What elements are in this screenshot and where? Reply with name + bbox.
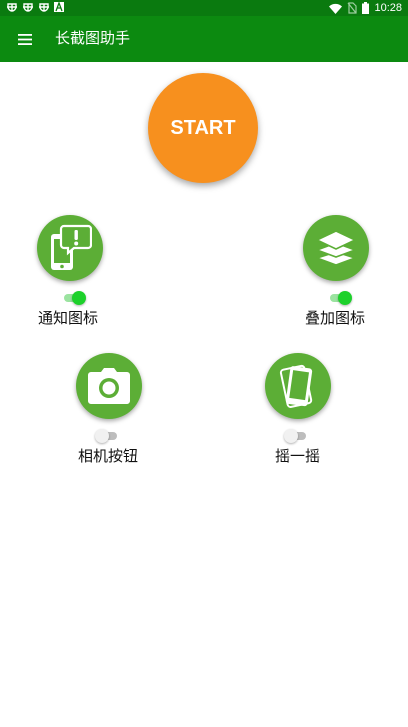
layers-icon <box>314 230 358 266</box>
hamburger-menu-icon <box>18 33 32 45</box>
no-sim-icon <box>348 2 358 14</box>
status-right-icons: 10:28 <box>329 1 402 15</box>
feature-overlay-icon: 叠加图标 <box>276 210 396 330</box>
shake-toggle[interactable] <box>284 429 308 443</box>
debug-icon <box>23 3 33 12</box>
debug-icon <box>39 3 49 12</box>
overlay-icon-label: 叠加图标 <box>305 309 366 327</box>
toggle-thumb <box>95 429 109 443</box>
feature-shake: 摇一摇 <box>238 348 358 468</box>
notification-icon-label: 通知图标 <box>38 309 99 327</box>
phone-alert-icon <box>51 224 92 270</box>
menu-button[interactable] <box>14 28 36 50</box>
camera-button[interactable] <box>76 353 142 419</box>
feature-notification-icon: 通知图标 <box>10 210 130 330</box>
a-icon <box>54 2 64 12</box>
status-left-icons <box>6 1 64 13</box>
camera-button-label: 相机按钮 <box>78 447 139 465</box>
app-title: 长截图助手 <box>55 30 131 47</box>
app-toolbar: 长截图助手 <box>0 16 408 62</box>
overlay-icon-button[interactable] <box>303 215 369 281</box>
status-time: 10:28 <box>374 2 402 14</box>
shake-button[interactable] <box>265 353 331 419</box>
toggle-thumb <box>338 291 352 305</box>
notification-icon-toggle[interactable] <box>62 291 86 305</box>
notification-icon-button[interactable] <box>37 215 103 281</box>
camera-icon <box>88 368 130 404</box>
shake-label: 摇一摇 <box>275 447 321 465</box>
debug-icon <box>7 3 17 12</box>
battery-icon <box>362 2 370 14</box>
overlay-icon-toggle[interactable] <box>328 291 352 305</box>
feature-camera-button: 相机按钮 <box>49 348 169 468</box>
toggle-thumb <box>72 291 86 305</box>
wifi-icon <box>329 3 343 14</box>
start-button[interactable]: START <box>148 73 258 183</box>
shake-phone-icon <box>279 364 313 408</box>
status-bar: 10:28 <box>0 0 408 16</box>
toggle-thumb <box>284 429 298 443</box>
camera-button-toggle[interactable] <box>95 429 119 443</box>
